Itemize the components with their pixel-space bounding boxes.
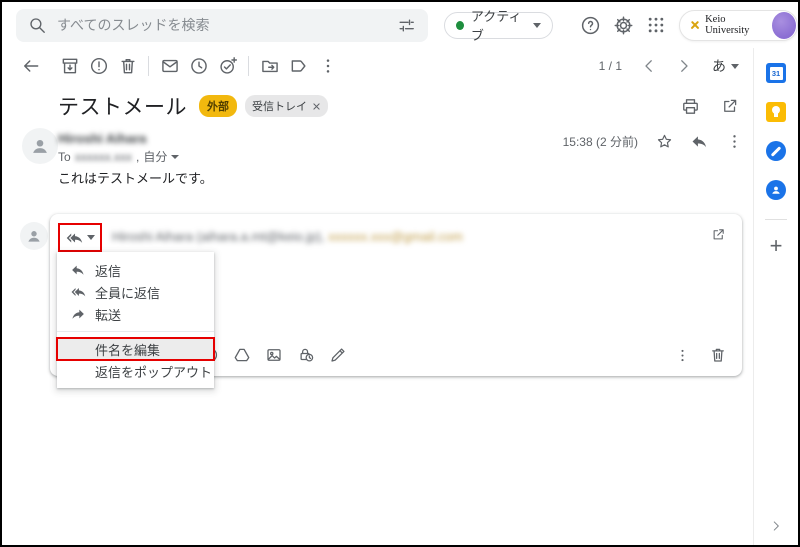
reply-all-icon	[65, 229, 83, 247]
account-badge[interactable]: Keio University	[679, 10, 798, 41]
mark-unread-button[interactable]	[155, 52, 184, 80]
more-options-button[interactable]	[313, 52, 342, 80]
email-body-text: これはテストメールです。	[58, 168, 213, 187]
older-conversation-button[interactable]	[669, 52, 698, 80]
recipient-blurred: xxxxxx.xxx	[75, 150, 132, 164]
subject-row: テストメール 外部 受信トレイ	[2, 90, 755, 122]
add-addon-button[interactable]: +	[770, 236, 783, 256]
ime-label: あ	[712, 56, 726, 76]
delete-button[interactable]	[113, 52, 142, 80]
drive-attach-icon[interactable]	[232, 345, 252, 365]
top-bar: アクティブ Keio University	[2, 2, 798, 48]
inbox-label-chip[interactable]: 受信トレイ	[245, 95, 328, 117]
reply-button[interactable]	[688, 130, 710, 152]
signature-pen-icon[interactable]	[328, 345, 348, 365]
compose-avatar	[20, 222, 48, 250]
to-prefix: To	[58, 150, 71, 164]
person-icon	[25, 227, 43, 245]
message-meta: 15:38 (2 分前)	[563, 130, 745, 152]
labels-button[interactable]	[284, 52, 313, 80]
search-input[interactable]	[57, 17, 397, 33]
keep-icon[interactable]	[766, 102, 786, 122]
message-more-button[interactable]	[723, 130, 745, 152]
menu-item-edit-subject[interactable]: 件名を編集	[57, 338, 214, 360]
status-label: アクティブ	[471, 6, 526, 44]
snooze-button[interactable]	[184, 52, 213, 80]
menu-label: 転送	[95, 305, 121, 324]
user-avatar[interactable]	[772, 12, 796, 39]
self-label: 自分	[143, 148, 167, 165]
chevron-down-icon	[533, 23, 541, 28]
active-status-dot	[456, 21, 464, 30]
menu-label: 返信	[95, 261, 121, 280]
reply-icon	[70, 262, 86, 278]
print-button[interactable]	[679, 95, 701, 117]
popout-compose-button[interactable]	[711, 227, 726, 242]
reply-all-icon	[70, 284, 86, 300]
rail-divider	[765, 219, 787, 220]
compose-toolbar	[200, 345, 348, 365]
external-badge: 外部	[199, 95, 237, 117]
star-button[interactable]	[653, 130, 675, 152]
search-options-icon[interactable]	[397, 16, 416, 35]
calendar-icon[interactable]: 31	[766, 63, 786, 83]
toolbar-divider	[248, 56, 249, 76]
forward-icon	[70, 306, 86, 322]
menu-label: 件名を編集	[95, 340, 160, 359]
google-apps-grid-button[interactable]	[644, 12, 667, 38]
menu-item-reply[interactable]: 返信	[57, 259, 214, 281]
compose-recipients[interactable]: Hiroshi Aihara (aihara.a.mt@keio.jp), xx…	[112, 229, 463, 244]
compose-more-button[interactable]	[672, 345, 692, 365]
menu-item-reply-all[interactable]: 全員に返信	[57, 281, 214, 303]
thread-action-bar: 1 / 1 あ	[2, 50, 755, 82]
contacts-icon[interactable]	[766, 180, 786, 200]
confidential-mode-icon[interactable]	[296, 345, 316, 365]
input-method-selector[interactable]: あ	[712, 56, 739, 76]
details-chevron-icon[interactable]	[171, 155, 179, 159]
discard-draft-button[interactable]	[708, 345, 728, 365]
recipient-line[interactable]: To xxxxxx.xxx , 自分	[58, 148, 179, 165]
chevron-down-icon	[87, 235, 95, 240]
reply-type-dropdown[interactable]	[58, 223, 102, 252]
move-to-button[interactable]	[255, 52, 284, 80]
chat-status-selector[interactable]: アクティブ	[444, 12, 553, 39]
recipient-blurred-1: Hiroshi Aihara (aihara.a.mt@keio.jp),	[112, 229, 328, 244]
menu-item-forward[interactable]: 転送	[57, 303, 214, 325]
expand-panel-button[interactable]	[769, 519, 783, 533]
mail-view: 1 / 1 あ テストメール 外部 受信トレイ	[2, 48, 755, 545]
search-icon[interactable]	[28, 16, 47, 35]
keio-logo-icon	[689, 19, 700, 31]
close-icon[interactable]	[312, 102, 321, 111]
side-panel-rail: 31 +	[753, 48, 798, 545]
pagination-counter: 1 / 1	[599, 59, 622, 73]
open-in-new-window-button[interactable]	[719, 95, 741, 117]
account-name: Keio University	[705, 14, 765, 36]
menu-label: 全員に返信	[95, 283, 160, 302]
help-button[interactable]	[579, 12, 602, 38]
archive-button[interactable]	[55, 52, 84, 80]
tasks-icon[interactable]	[766, 141, 786, 161]
settings-gear-button[interactable]	[612, 12, 635, 38]
search-bar[interactable]	[16, 9, 428, 42]
menu-divider	[57, 331, 214, 332]
report-spam-button[interactable]	[84, 52, 113, 80]
person-icon	[29, 135, 51, 157]
sender-name[interactable]: Hiroshi Aihara	[58, 131, 146, 146]
back-button[interactable]	[16, 52, 45, 80]
newer-conversation-button[interactable]	[634, 52, 663, 80]
compose-toolbar-right	[672, 345, 728, 365]
recipient-blurred-2: xxxxxx.xxx@gmail.com	[328, 229, 463, 244]
sender-avatar[interactable]	[22, 128, 58, 164]
reply-type-menu: 返信 全員に返信 転送 件名を編集 返信をポップアウト	[57, 252, 214, 388]
add-to-tasks-button[interactable]	[213, 52, 242, 80]
chevron-down-icon	[731, 64, 739, 69]
email-subject: テストメール	[58, 91, 187, 121]
recipient-separator: ,	[136, 150, 139, 164]
menu-label: 返信をポップアウト	[95, 362, 212, 381]
insert-image-icon[interactable]	[264, 345, 284, 365]
inbox-label-text: 受信トレイ	[252, 98, 307, 114]
menu-item-popout-reply[interactable]: 返信をポップアウト	[57, 360, 214, 382]
timestamp: 15:38 (2 分前)	[563, 133, 638, 150]
toolbar-divider	[148, 56, 149, 76]
